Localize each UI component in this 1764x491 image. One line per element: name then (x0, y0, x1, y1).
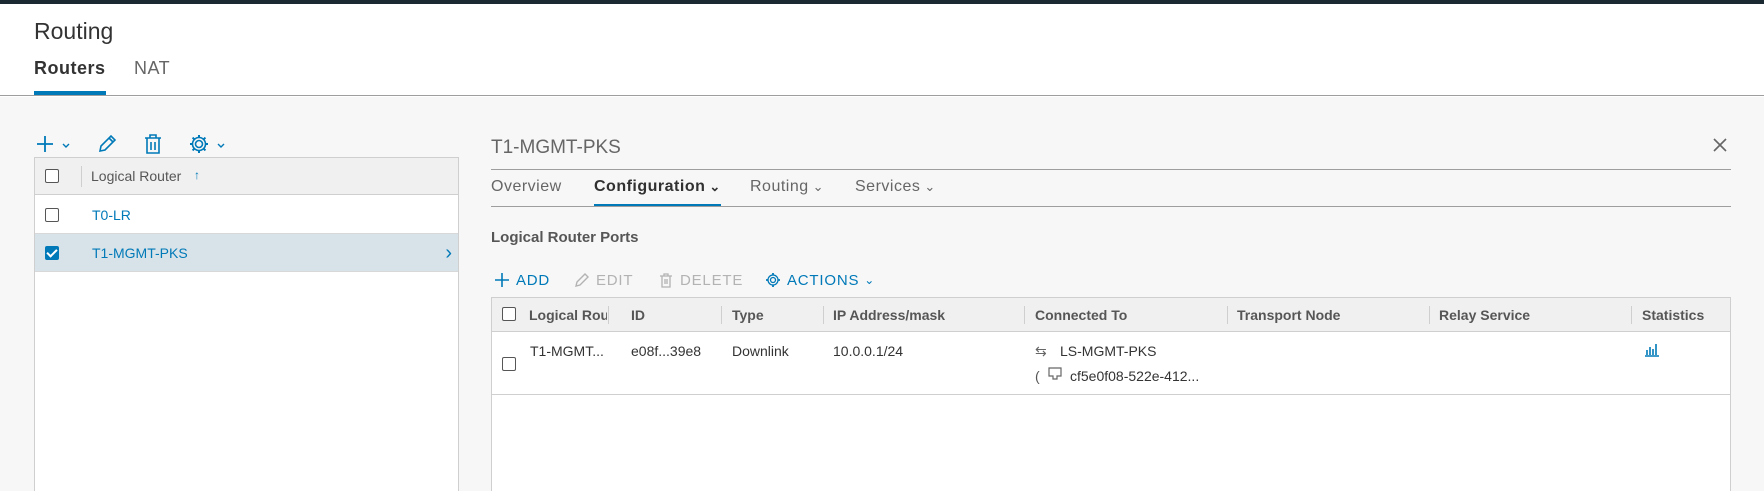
tab-configuration[interactable]: Configuration ⌄ (594, 178, 721, 207)
column-divider (1631, 306, 1632, 324)
connected-switch-link[interactable]: LS-MGMT-PKS (1060, 343, 1156, 359)
list-item[interactable]: T0-LR (35, 196, 458, 234)
add-icon (495, 273, 509, 287)
tab-overview[interactable]: Overview (491, 178, 562, 196)
column-header-ip-address[interactable]: IP Address/mask (833, 307, 945, 323)
router-link-t0-lr[interactable]: T0-LR (92, 207, 131, 223)
column-header-type[interactable]: Type (732, 307, 764, 323)
edit-icon (575, 273, 589, 287)
add-label: ADD (516, 271, 551, 289)
select-all-checkbox[interactable] (502, 307, 516, 321)
list-item[interactable]: T1-MGMT-PKS › (35, 234, 458, 272)
detail-title: T1-MGMT-PKS (491, 137, 621, 158)
select-all-checkbox[interactable] (45, 169, 59, 183)
cell-type: Downlink (732, 343, 789, 359)
router-link-t1-mgmt-pks[interactable]: T1-MGMT-PKS (92, 245, 188, 261)
page-title: Routing (34, 18, 114, 44)
chevron-right-icon[interactable]: › (445, 242, 452, 265)
connected-port-link[interactable]: cf5e0f08-522e-412... (1070, 368, 1199, 384)
column-divider (1024, 306, 1025, 324)
tab-routing[interactable]: Routing ⌄ (750, 178, 824, 196)
column-header-relay-service[interactable]: Relay Service (1439, 307, 1530, 323)
switch-connection-icon: ⇆ (1035, 343, 1047, 359)
tabs-divider (491, 206, 1731, 207)
router-list: Logical Router ↑ T0-LR T1-MGMT-PKS › (34, 157, 459, 491)
actions-label: ACTIONS (787, 271, 860, 289)
edit-label: EDIT (596, 271, 634, 289)
column-header-transport-node[interactable]: Transport Node (1237, 307, 1340, 323)
chevron-down-icon: ⌄ (864, 273, 876, 287)
column-header-connected-to[interactable]: Connected To (1035, 307, 1127, 323)
page-header: Routing Routers NAT (0, 4, 1764, 96)
edit-button[interactable]: EDIT (573, 271, 633, 289)
column-header-logical-router[interactable]: Logical Router (91, 168, 181, 184)
port-icon (1048, 366, 1062, 383)
column-header-logical-router[interactable]: Logical Route (529, 307, 607, 323)
column-header-statistics[interactable]: Statistics (1642, 307, 1704, 323)
cell-logical-router: T1-MGMT... (530, 343, 604, 359)
cell-ip-address: 10.0.0.1/24 (833, 343, 904, 359)
tab-routers[interactable]: Routers (34, 58, 106, 95)
table-header: Logical Route ID Type IP Address/mask Co… (492, 298, 1730, 332)
chevron-down-icon: ⌄ (709, 179, 721, 194)
cell-id: e08f...39e8 (631, 343, 702, 359)
tab-nat[interactable]: NAT (134, 58, 170, 79)
edit-icon[interactable] (94, 131, 120, 157)
add-button[interactable]: ADD (493, 271, 550, 289)
tab-label: Services (855, 178, 921, 195)
section-title: Logical Router Ports (491, 229, 639, 246)
list-header: Logical Router ↑ (35, 158, 458, 195)
delete-icon[interactable] (140, 131, 166, 157)
close-icon[interactable] (1712, 137, 1728, 153)
delete-label: DELETE (680, 271, 744, 289)
column-divider (81, 166, 82, 187)
table-row[interactable]: T1-MGMT... e08f...39e8 Downlink 10.0.0.1… (492, 332, 1730, 395)
sort-ascending-icon[interactable]: ↑ (194, 168, 200, 182)
tab-label: Routing (750, 178, 809, 195)
delete-icon (660, 273, 672, 288)
column-divider (1227, 306, 1228, 324)
tab-label: Configuration (594, 178, 706, 195)
row-checkbox[interactable] (502, 357, 516, 371)
column-divider (823, 306, 824, 324)
chevron-down-icon: ⌄ (924, 179, 936, 194)
tab-services[interactable]: Services ⌄ (855, 178, 936, 196)
gear-icon (766, 273, 780, 287)
add-icon[interactable] (32, 131, 58, 157)
row-checkbox[interactable] (45, 246, 59, 260)
column-divider (1429, 306, 1430, 324)
ports-table: Logical Route ID Type IP Address/mask Co… (491, 297, 1731, 491)
chevron-down-icon[interactable] (61, 138, 71, 148)
column-divider (608, 306, 609, 324)
delete-button[interactable]: DELETE (657, 271, 743, 289)
actions-dropdown[interactable]: ACTIONS ⌄ (764, 271, 875, 289)
gear-icon[interactable] (186, 131, 212, 157)
column-divider (721, 306, 722, 324)
statistics-icon[interactable] (1644, 341, 1660, 360)
column-header-id[interactable]: ID (631, 307, 645, 323)
connected-prefix: ( (1035, 368, 1040, 384)
row-checkbox[interactable] (45, 208, 59, 222)
divider (491, 169, 1731, 170)
chevron-down-icon[interactable] (216, 138, 226, 148)
tab-label: Overview (491, 178, 562, 195)
chevron-down-icon: ⌄ (812, 179, 825, 194)
